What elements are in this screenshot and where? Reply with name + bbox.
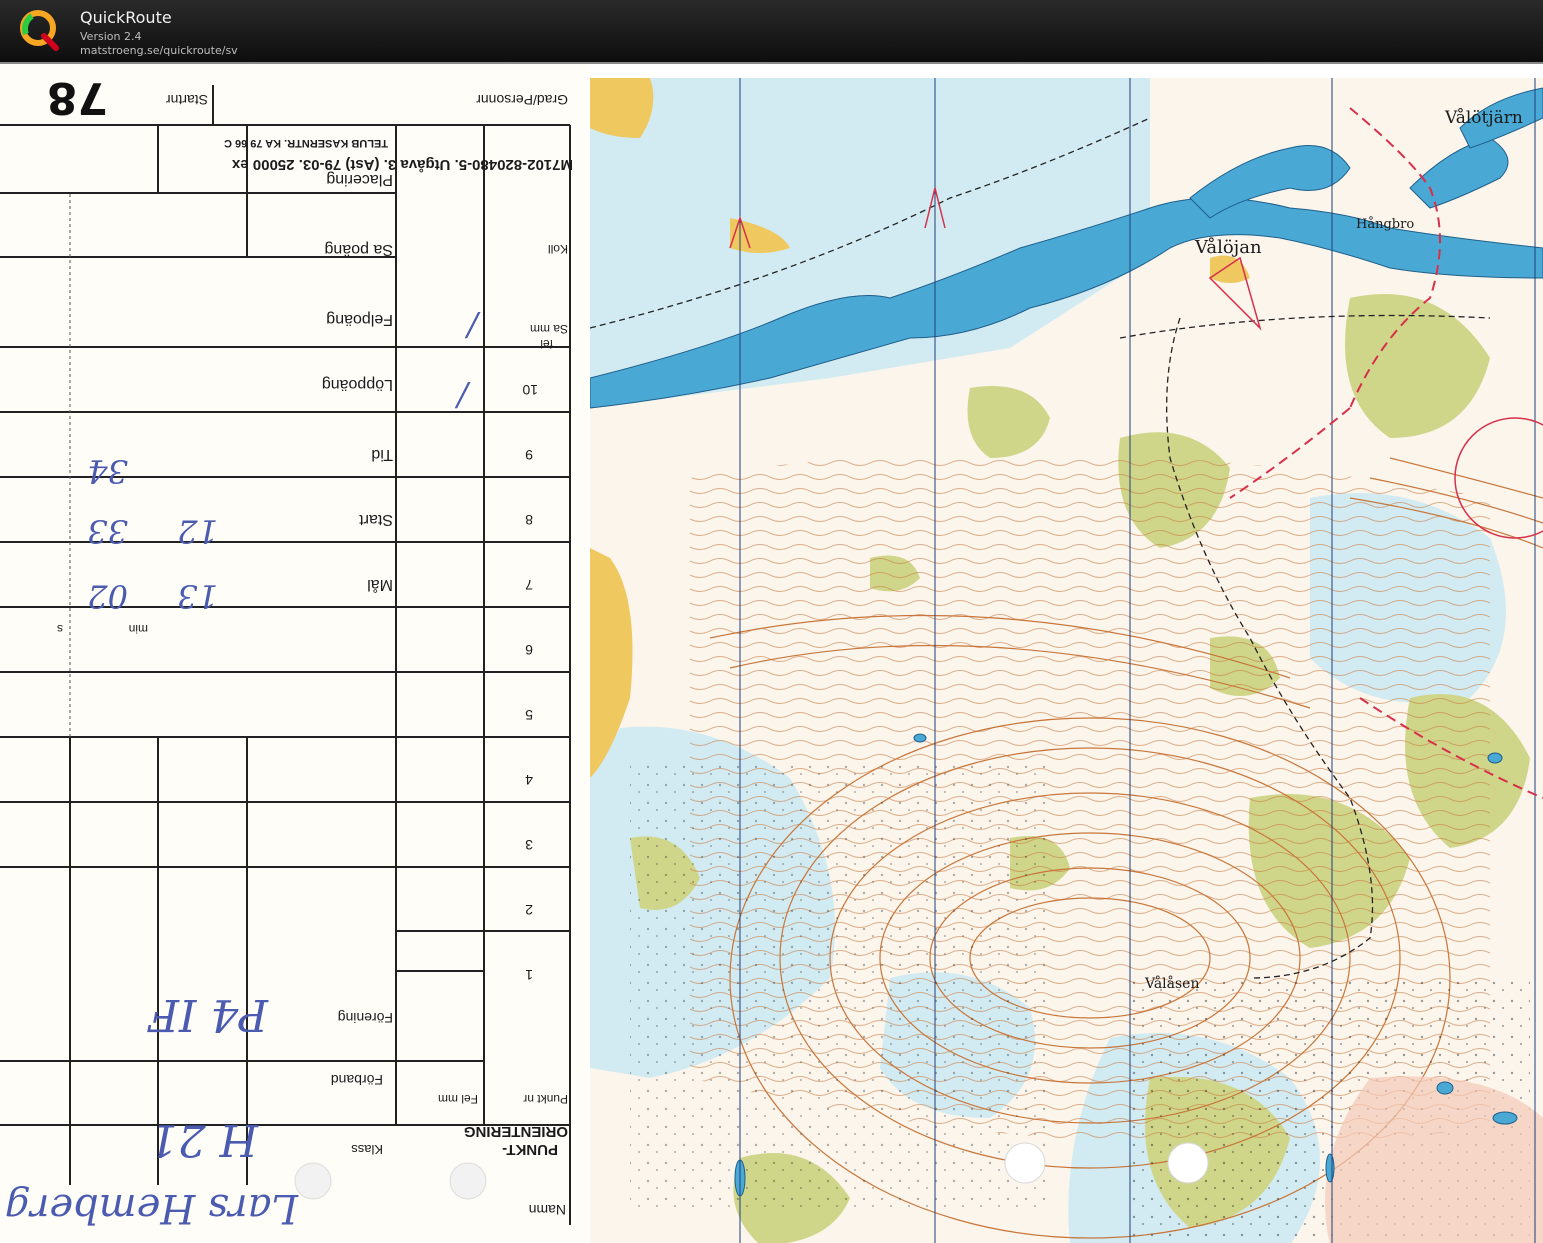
map-label-valasen: Vålåsen [1144,975,1199,992]
card-label-startnr: Startnr [166,92,208,108]
card-label-fel: fel [540,337,553,351]
app-url[interactable]: matstroeng.se/quickroute/sv [80,44,238,57]
card-label-sa-poang: Sa poäng [324,241,393,258]
control-number: 8 [525,512,533,528]
control-card: M7102-820480-5. Utgåva 3. (Ast) 79-03. 2… [0,64,588,1243]
card-label-start: Start [359,511,393,528]
control-number: 5 [525,707,533,723]
punch-hole [294,1162,332,1200]
map-label-hangbro: Hångbro [1356,216,1414,232]
punch-hole [1004,1142,1046,1184]
card-label-tid: Tid [371,446,393,463]
punch-hole [1167,1142,1209,1184]
app-title: QuickRoute [80,8,172,27]
handwritten-startnr: 78 [47,72,108,123]
control-number: 9 [525,447,533,463]
control-number: 4 [525,772,533,788]
card-label-placering: Placering [326,171,393,188]
map-viewport[interactable]: M7102-820480-5. Utgåva 3. (Ast) 79-03. 2… [0,62,1543,1243]
card-label-s: s [57,622,63,636]
map-label-valojan: Vålöjan [1194,236,1262,258]
card-label-sa-mm: Sa mm [530,322,568,336]
card-label-forband: Förband [331,1072,383,1088]
card-label-namn: Namn [529,1202,566,1218]
control-number: 3 [525,837,533,853]
card-label-min: min [129,622,148,636]
card-header-title2: ORIENTERING [464,1123,568,1140]
handwritten-start-h: 12 [177,512,218,550]
control-number: 6 [525,642,533,658]
card-label-koll: Koll [548,242,568,256]
card-print-line1: TELUB KASERNTR. KA 79 66 C [224,137,388,149]
control-number: 2 [525,902,533,918]
control-number: 1 [525,967,533,983]
handwritten-mal-h: 13 [177,577,218,615]
card-label-fel-mm: Fel mm [438,1092,478,1106]
control-number: 7 [525,577,533,593]
handwritten-namn: Lars Hemberg [5,1185,299,1231]
quickroute-logo-icon [20,10,59,51]
card-header-title1: PUNKT- [502,1141,558,1158]
orienteering-map[interactable]: Vålöjan Hångbro Vålåsen Vålötjärn [590,78,1543,1243]
control-card-graphic: M7102-820480-5. Utgåva 3. (Ast) 79-03. 2… [0,64,588,1243]
card-label-punkt-nr: Punkt nr [523,1092,568,1106]
card-label-loppoang: Löppoäng [322,376,393,393]
app-titlebar: QuickRoute Version 2.4 matstroeng.se/qui… [0,0,1543,62]
card-label-forening: Förening [338,1010,393,1026]
card-print-line2: M7102-820480-5. Utgåva 3. (Ast) 79-03. 2… [231,156,573,173]
card-label-klass: Klass [351,1142,383,1157]
app-version: Version 2.4 [80,30,142,43]
card-label-felpoang: Felpoäng [326,311,393,328]
control-number: 10 [522,382,538,398]
handwritten-tid: 34 [87,452,128,490]
handwritten-start-min: 33 [87,512,128,550]
handwritten-forening: P4 IF [147,989,269,1040]
punch-hole [449,1162,487,1200]
handwritten-klass: H 21 [150,1114,259,1165]
handwritten-mal-min: 02 [87,577,128,615]
map-label-valotjarn: Vålötjärn [1444,108,1523,128]
card-label-mal: Mål [367,576,393,594]
card-label-grad: Grad/Personnr [476,92,568,108]
